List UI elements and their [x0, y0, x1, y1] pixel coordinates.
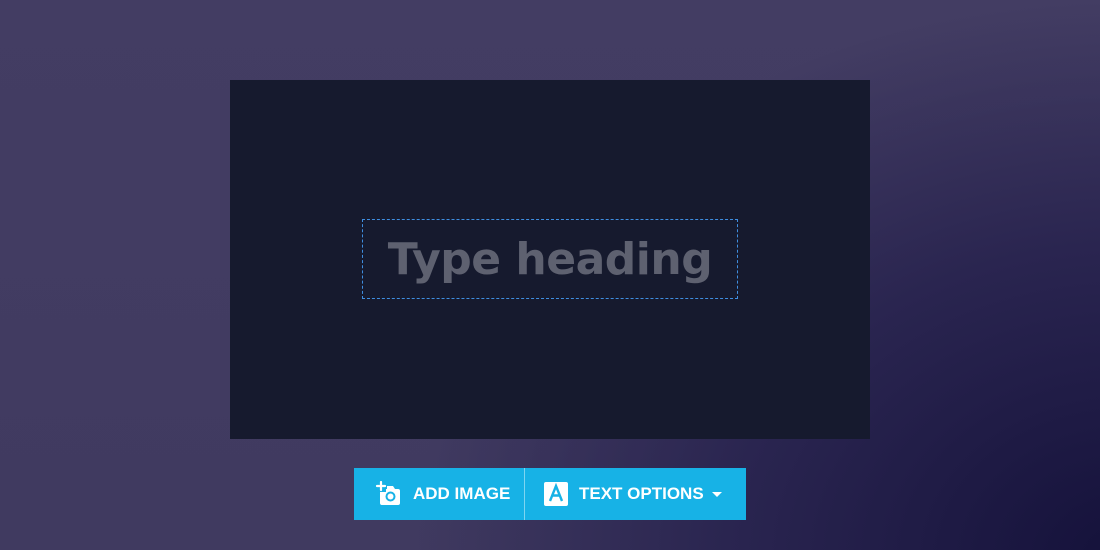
editor-toolbar: ADD IMAGE TEXT OPTIONS [354, 468, 746, 520]
caret-down-icon [711, 491, 722, 497]
text-a-icon [544, 482, 568, 506]
add-photo-icon [374, 481, 402, 507]
design-canvas[interactable]: Type heading [230, 80, 870, 439]
page-background: { "canvas": { "heading_placeholder": "Ty… [0, 0, 1100, 550]
text-options-button[interactable]: TEXT OPTIONS [525, 468, 746, 520]
text-options-label: TEXT OPTIONS [579, 484, 704, 503]
heading-text-box[interactable]: Type heading [362, 219, 738, 299]
heading-placeholder[interactable]: Type heading [388, 234, 713, 285]
add-image-label: ADD IMAGE [413, 484, 511, 503]
add-image-button[interactable]: ADD IMAGE [354, 468, 524, 520]
